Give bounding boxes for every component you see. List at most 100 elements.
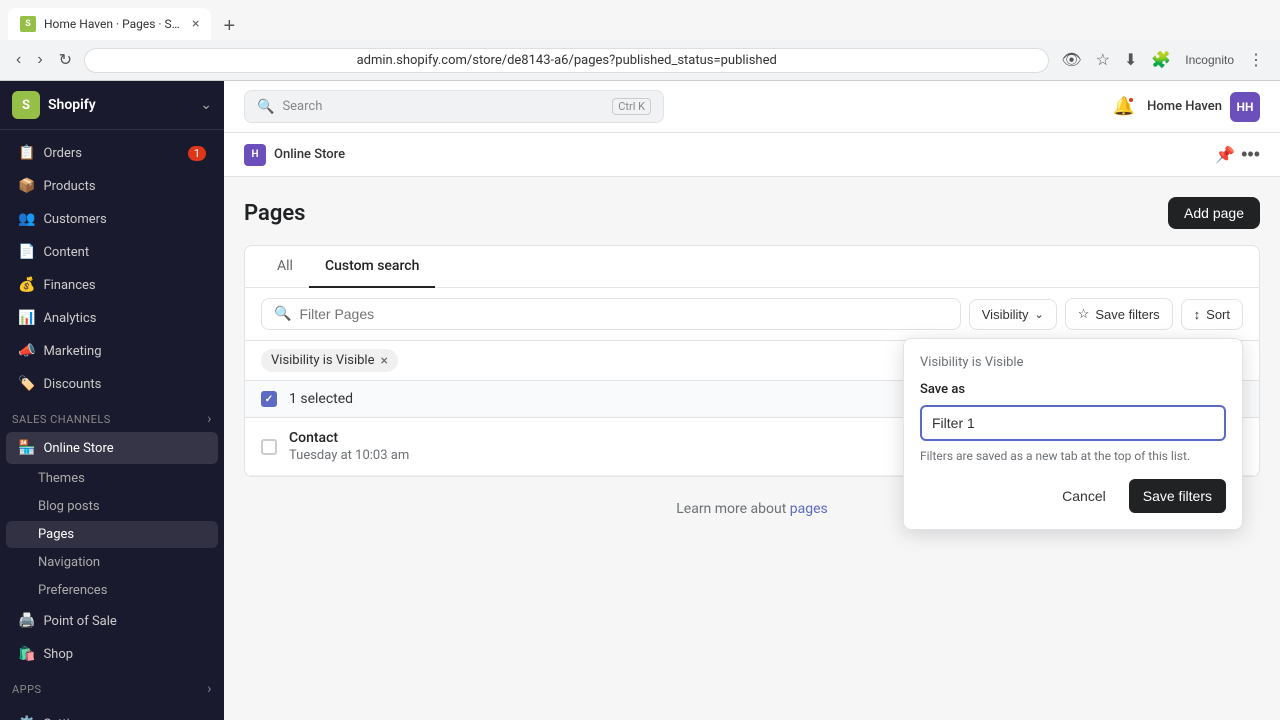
sidebar-item-orders[interactable]: 📋 Orders 1 (6, 137, 218, 169)
save-filters-button[interactable]: ☆ Save filters (1065, 298, 1173, 330)
remove-tag-button[interactable]: × (380, 354, 387, 368)
popover-hint-text: Filters are saved as a new tab at the to… (920, 449, 1226, 463)
filter-row: 🔍 Visibility ⌄ ☆ Save filters (245, 288, 1259, 341)
sidebar-item-finances[interactable]: 💰 Finances (6, 269, 218, 301)
discounts-icon: 🏷️ (18, 376, 35, 392)
notification-dot (1127, 96, 1135, 104)
sidebar-item-online-store[interactable]: 🏪 Online Store (6, 432, 218, 464)
popover-save-as-label: Save as (920, 382, 1226, 397)
add-page-button[interactable]: Add page (1168, 197, 1260, 229)
reload-button[interactable]: ↻ (55, 46, 76, 74)
tab-all[interactable]: All (261, 246, 309, 288)
sidebar-item-discounts[interactable]: 🏷️ Discounts (6, 368, 218, 400)
browser-tab-bar: S Home Haven · Pages · Shopify × + (0, 0, 1280, 40)
sort-button[interactable]: ↕ Sort (1181, 299, 1243, 330)
selected-count-label: 1 selected (289, 391, 353, 407)
user-menu[interactable]: Home Haven HH (1147, 92, 1260, 122)
select-all-checkbox[interactable]: ✓ (261, 391, 277, 407)
sidebar-item-marketing[interactable]: 📣 Marketing (6, 335, 218, 367)
back-button[interactable]: ‹ (12, 47, 25, 73)
browser-address-bar: ‹ › ↻ admin.shopify.com/store/de8143-a6/… (0, 40, 1280, 81)
notification-bell-button[interactable]: 🔔 (1113, 96, 1135, 117)
sidebar: S Shopify ⌄ 📋 Orders 1 📦 Products 👥 Cust… (0, 81, 224, 720)
tab-custom-search[interactable]: Custom search (309, 246, 435, 288)
sidebar-sub-item-pages[interactable]: Pages (6, 521, 218, 548)
visibility-filter-tag: Visibility is Visible × (261, 349, 398, 372)
page-title: Pages (244, 201, 305, 226)
apps-section-label: Apps › (0, 671, 224, 701)
sort-icon: ↕ (1194, 307, 1201, 322)
page-title-row: Pages Add page (244, 197, 1260, 229)
popover-filter-name-input[interactable] (920, 405, 1226, 441)
tab-close-icon[interactable]: × (192, 16, 199, 32)
filter-search-icon: 🔍 (274, 306, 291, 322)
content-header-title: Online Store (274, 147, 345, 162)
search-icon: 🔍 (257, 99, 274, 115)
pages-learn-more-link[interactable]: pages (790, 501, 828, 517)
products-icon: 📦 (18, 178, 35, 194)
sales-channels-expand-icon[interactable]: › (207, 411, 212, 427)
bookmark-icon[interactable]: ☆ (1092, 46, 1114, 74)
filter-buttons-group: Visibility ⌄ ☆ Save filters ↕ Sort (969, 298, 1243, 330)
browser-tab[interactable]: S Home Haven · Pages · Shopify × (8, 8, 211, 40)
sidebar-item-content[interactable]: 📄 Content (6, 236, 218, 268)
download-icon[interactable]: ⬇ (1120, 46, 1141, 74)
popover-filter-display: Visibility is Visible (920, 355, 1226, 370)
user-name: Home Haven (1147, 99, 1222, 114)
star-icon: ☆ (1078, 306, 1090, 322)
checkmark-icon: ✓ (265, 394, 273, 405)
filter-input[interactable] (299, 306, 947, 322)
incognito-button[interactable]: Incognito (1181, 49, 1238, 71)
chevron-down-icon: ⌄ (1034, 308, 1043, 321)
save-filters-popover: Visibility is Visible Save as Filters ar… (903, 338, 1243, 530)
orders-badge: 1 (188, 146, 206, 161)
filter-input-wrap[interactable]: 🔍 (261, 298, 961, 330)
row-checkbox[interactable] (261, 439, 277, 455)
shop-icon: 🛍️ (18, 646, 35, 662)
sidebar-item-settings[interactable]: ⚙️ Settings (6, 708, 218, 720)
search-kbd: Ctrl K (612, 98, 651, 115)
popover-actions: Cancel Save filters (920, 479, 1226, 513)
extension-icon[interactable]: 🧩 (1147, 46, 1175, 74)
sidebar-sub-item-themes[interactable]: Themes (6, 465, 218, 492)
page-content: Pages Add page All Custom search 🔍 (224, 177, 1280, 720)
favicon: S (20, 16, 36, 32)
orders-icon: 📋 (18, 145, 35, 161)
pages-card: All Custom search 🔍 Visibility ⌄ (244, 245, 1260, 477)
sales-channels-section-label: Sales channels › (0, 401, 224, 431)
sidebar-store-chevron[interactable]: ⌄ (200, 97, 212, 113)
sidebar-sub-item-blog-posts[interactable]: Blog posts (6, 493, 218, 520)
search-box[interactable]: 🔍 Search Ctrl K (244, 90, 664, 123)
shopify-topbar: 🔍 Search Ctrl K 🔔 Home Haven HH (224, 81, 1280, 133)
address-input-wrap[interactable]: admin.shopify.com/store/de8143-a6/pages?… (84, 48, 1049, 73)
sidebar-item-products[interactable]: 📦 Products (6, 170, 218, 202)
content-header-bar: H Online Store 📌 ••• (224, 133, 1280, 177)
pos-icon: 🖨️ (18, 613, 35, 629)
settings-icon: ⚙️ (18, 716, 35, 720)
cancel-button[interactable]: Cancel (1047, 479, 1121, 513)
pin-button[interactable]: 📌 (1215, 145, 1235, 165)
new-tab-button[interactable]: + (215, 16, 243, 36)
browser-actions: 👁 ☆ ⬇ 🧩 Incognito ⋮ (1057, 46, 1268, 74)
shopify-logo-icon: S (12, 91, 40, 119)
sidebar-sub-item-preferences[interactable]: Preferences (6, 577, 218, 604)
forward-button[interactable]: › (33, 47, 46, 73)
tab-title: Home Haven · Pages · Shopify (44, 17, 184, 31)
tabs-row: All Custom search (245, 246, 1259, 288)
eye-slash-icon[interactable]: 👁 (1057, 46, 1085, 74)
sidebar-item-customers[interactable]: 👥 Customers (6, 203, 218, 235)
shopify-logo-text: Shopify (48, 97, 96, 113)
sidebar-sub-item-navigation[interactable]: Navigation (6, 549, 218, 576)
more-options-icon[interactable]: ⋮ (1244, 46, 1268, 74)
more-options-button[interactable]: ••• (1241, 144, 1260, 165)
finances-icon: 💰 (18, 277, 35, 293)
sidebar-item-shop[interactable]: 🛍️ Shop (6, 638, 218, 670)
sidebar-item-analytics[interactable]: 📊 Analytics (6, 302, 218, 334)
customers-icon: 👥 (18, 211, 35, 227)
sidebar-item-pos[interactable]: 🖨️ Point of Sale (6, 605, 218, 637)
apps-expand-icon[interactable]: › (207, 681, 212, 697)
store-favicon: H (244, 144, 266, 166)
save-filters-confirm-button[interactable]: Save filters (1129, 479, 1226, 513)
analytics-icon: 📊 (18, 310, 35, 326)
visibility-filter-button[interactable]: Visibility ⌄ (969, 299, 1057, 330)
